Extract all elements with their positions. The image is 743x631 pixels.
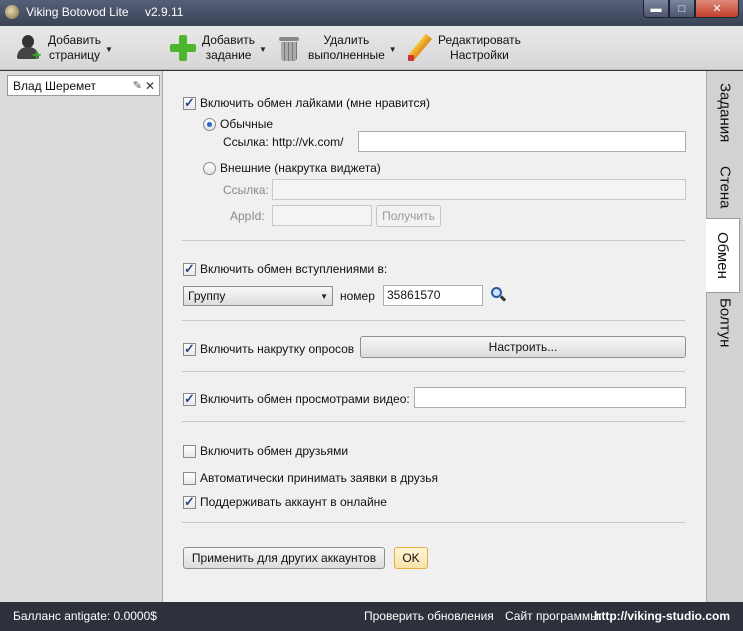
video-enable-row[interactable]: Включить обмен просмотрами видео: xyxy=(183,391,410,407)
delete-done-label: Удалить выполненные xyxy=(308,33,385,62)
app-icon xyxy=(5,5,19,19)
divider xyxy=(182,240,685,241)
online-checkbox[interactable] xyxy=(183,494,196,510)
tab-tasks-label: Задания xyxy=(716,83,734,143)
join-target-value: Группу xyxy=(188,289,226,303)
online-row[interactable]: Поддерживать аккаунт в онлайне xyxy=(183,494,387,510)
auto-accept-checkbox[interactable] xyxy=(183,471,196,485)
trash-icon xyxy=(274,33,304,63)
add-page-label: Добавить страницу xyxy=(48,33,102,62)
joins-enable-row[interactable]: Включить обмен вступлениями в: xyxy=(183,261,388,277)
add-task-label: Добавить задание xyxy=(202,33,256,62)
friends-exchange-checkbox[interactable] xyxy=(183,444,196,458)
online-label: Поддерживать аккаунт в онлайне xyxy=(200,495,387,509)
likes-checkbox[interactable] xyxy=(183,95,196,111)
status-bar: Балланс antigate: 0.0000$ Проверить обно… xyxy=(0,602,743,631)
appid-label: AppId: xyxy=(230,209,265,223)
vertical-tabs: Задания Стена Обмен Болтун xyxy=(706,71,743,602)
app-version: v2.9.11 xyxy=(145,5,184,19)
tab-wall-label: Стена xyxy=(716,165,734,209)
ext-link-row: Ссылка: xyxy=(223,183,269,197)
configure-polls-button[interactable]: Настроить... xyxy=(360,336,686,358)
antigate-balance: Балланс antigate: 0.0000$ xyxy=(13,609,157,623)
divider xyxy=(182,421,685,422)
maximize-button[interactable]: □ xyxy=(669,0,695,18)
likes-enable-row[interactable]: Включить обмен лайками (мне нравится) xyxy=(183,95,430,111)
video-enable-label: Включить обмен просмотрами видео: xyxy=(200,392,410,406)
apply-others-button[interactable]: Применить для других аккаунтов xyxy=(183,547,385,569)
ok-button[interactable]: OK xyxy=(394,547,428,569)
delete-done-button[interactable]: Удалить выполненные ▼ xyxy=(274,30,397,66)
joins-enable-label: Включить обмен вступлениями в: xyxy=(200,262,388,276)
tab-wall[interactable]: Стена xyxy=(707,155,743,219)
chevron-down-icon[interactable]: ▼ xyxy=(105,45,113,54)
appid-row: AppId: xyxy=(230,209,265,223)
site-link[interactable]: http://viking-studio.com xyxy=(594,609,730,623)
green-plus-icon xyxy=(168,33,198,63)
accounts-panel: Влад Шеремет ✎ ✕ xyxy=(0,71,163,602)
edit-settings-label: Редактировать Настройки xyxy=(438,33,521,62)
join-number-label: номер xyxy=(340,289,375,303)
tab-exchange-label: Обмен xyxy=(714,232,731,279)
video-input[interactable] xyxy=(414,387,686,408)
search-icon[interactable] xyxy=(489,286,507,304)
join-target-select[interactable]: Группу ▼ xyxy=(183,286,333,306)
pencil-icon xyxy=(404,33,434,63)
likes-link-row: Ссылка: http://vk.com/ xyxy=(223,135,344,149)
add-task-button[interactable]: Добавить задание ▼ xyxy=(168,30,267,66)
get-appid-button[interactable]: Получить xyxy=(376,205,441,227)
likes-link-label: Ссылка: http://vk.com/ xyxy=(223,135,344,149)
friends-exchange-row[interactable]: Включить обмен друзьями xyxy=(183,444,348,458)
auto-accept-row[interactable]: Автоматически принимать заявки в друзья xyxy=(183,471,438,485)
minimize-button[interactable]: ▬ xyxy=(643,0,669,18)
window-controls: ▬ □ ✕ xyxy=(643,0,739,18)
likes-external-row[interactable]: Внешние (накрутка виджета) xyxy=(203,161,381,175)
likes-link-input[interactable] xyxy=(358,131,686,152)
likes-external-label: Внешние (накрутка виджета) xyxy=(220,161,381,175)
chevron-down-icon: ▼ xyxy=(320,291,328,301)
tab-chatter[interactable]: Болтун xyxy=(707,293,743,353)
appid-input[interactable] xyxy=(272,205,372,226)
window-title: Viking Botovod Lite xyxy=(26,5,129,19)
ext-link-label: Ссылка: xyxy=(223,183,269,197)
divider xyxy=(182,522,685,523)
polls-enable-label: Включить накрутку опросов xyxy=(200,342,355,356)
chevron-down-icon[interactable]: ▼ xyxy=(389,45,397,54)
add-page-button[interactable]: + Добавить страницу ▼ xyxy=(14,30,113,66)
divider xyxy=(182,320,685,321)
likes-normal-radio[interactable] xyxy=(203,117,216,131)
polls-enable-row[interactable]: Включить накрутку опросов xyxy=(183,341,355,357)
likes-external-radio[interactable] xyxy=(203,161,216,175)
likes-normal-row[interactable]: Обычные xyxy=(203,117,273,131)
auto-accept-label: Автоматически принимать заявки в друзья xyxy=(200,471,439,485)
check-updates-link[interactable]: Проверить обновления xyxy=(364,609,494,623)
account-name: Влад Шеремет xyxy=(13,78,97,93)
polls-checkbox[interactable] xyxy=(183,341,196,357)
chevron-down-icon[interactable]: ▼ xyxy=(259,45,267,54)
edit-settings-button[interactable]: Редактировать Настройки xyxy=(404,30,521,66)
person-add-icon: + xyxy=(14,33,44,64)
divider xyxy=(182,371,685,372)
edit-icon[interactable]: ✎ xyxy=(133,79,142,92)
close-button[interactable]: ✕ xyxy=(695,0,739,18)
ext-link-input[interactable] xyxy=(272,179,686,200)
tab-chatter-label: Болтун xyxy=(716,298,734,348)
join-number-input[interactable]: 35861570 xyxy=(383,285,483,306)
video-checkbox[interactable] xyxy=(183,391,196,407)
tab-tasks[interactable]: Задания xyxy=(707,77,743,149)
account-tab[interactable]: Влад Шеремет ✎ ✕ xyxy=(7,75,160,96)
title-bar: Viking Botovod Lite v2.9.11 ▬ □ ✕ xyxy=(0,0,743,26)
likes-enable-label: Включить обмен лайками (мне нравится) xyxy=(200,96,430,110)
join-number-row: номер xyxy=(340,289,375,303)
toolbar: + Добавить страницу ▼ Добавить задание ▼ У… xyxy=(0,26,743,70)
site-label: Сайт программы: xyxy=(505,609,603,623)
friends-exchange-label: Включить обмен друзьями xyxy=(200,444,349,458)
likes-normal-label: Обычные xyxy=(220,117,274,131)
close-icon[interactable]: ✕ xyxy=(145,79,155,93)
joins-checkbox[interactable] xyxy=(183,261,196,277)
exchange-settings-panel: Включить обмен лайками (мне нравится) Об… xyxy=(163,71,706,602)
tab-exchange[interactable]: Обмен xyxy=(706,218,740,293)
